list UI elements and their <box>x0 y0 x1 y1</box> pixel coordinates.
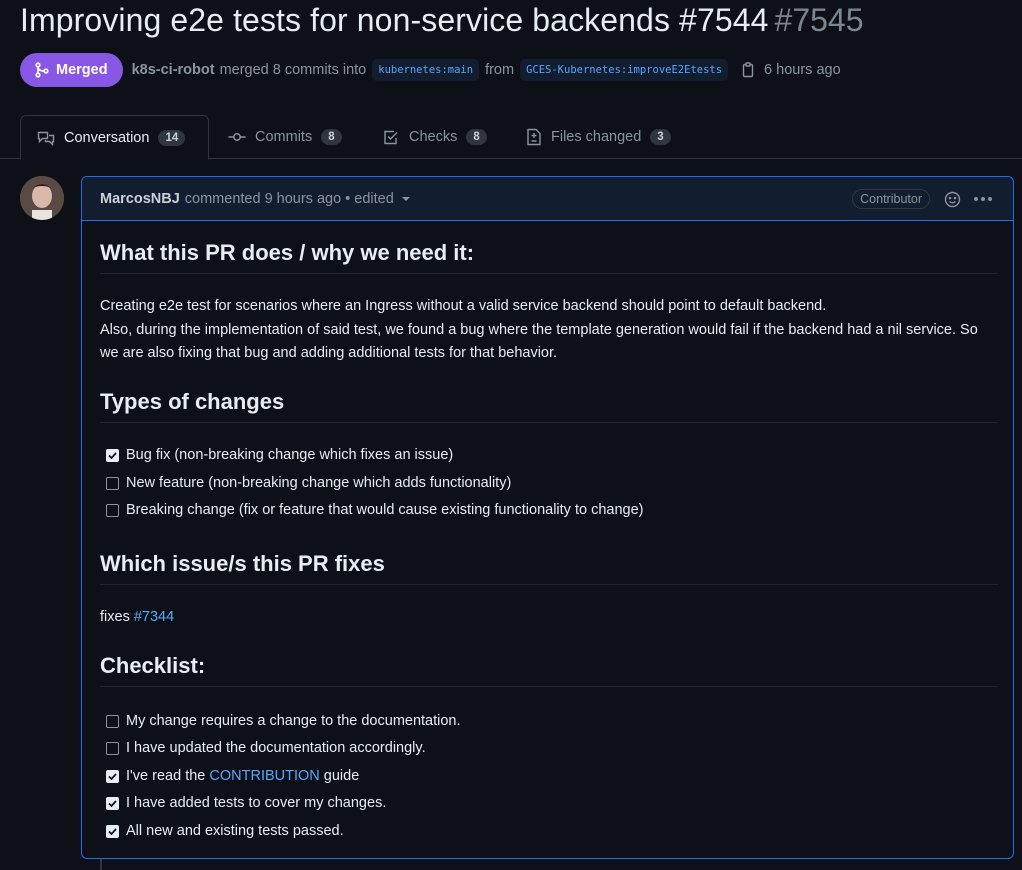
task-label: Breaking change (fix or feature that wou… <box>126 502 644 518</box>
contribution-link[interactable]: CONTRIBUTION <box>209 768 319 784</box>
merge-time: 6 hours ago <box>764 62 841 78</box>
description-line-1: Creating e2e test for scenarios where an… <box>100 298 827 314</box>
commit-icon <box>228 133 246 141</box>
head-branch[interactable]: GCES-Kubernetes:improveE2Etests <box>520 59 729 81</box>
issue-link[interactable]: #7344 <box>134 609 174 625</box>
tab-commits[interactable]: Commits 8 <box>228 115 342 159</box>
pr-description-comment: MarcosNBJ commented 9 hours ago • edited… <box>81 176 1014 859</box>
task-item: I've read the CONTRIBUTION guide <box>106 768 359 784</box>
task-item: I have updated the documentation accordi… <box>106 740 426 756</box>
task-label-before: I've read the <box>126 768 206 784</box>
tab-checks-label: Checks <box>409 129 458 145</box>
pr-number: #7545 <box>774 2 864 38</box>
checkbox-checked[interactable] <box>106 796 119 810</box>
pr-title-row: Improving e2e tests for non-service back… <box>20 2 864 39</box>
base-branch[interactable]: kubernetes:main <box>372 59 480 81</box>
comment-author[interactable]: MarcosNBJ <box>100 191 180 207</box>
description-line-2: Also, during the implementation of said … <box>100 321 978 362</box>
comment-meta: commented 9 hours ago • edited <box>184 190 394 207</box>
edited-dropdown-caret-icon[interactable] <box>401 196 410 201</box>
avatar[interactable] <box>20 176 64 220</box>
from-text: from <box>485 62 515 78</box>
merge-text: merged 8 commits into <box>219 62 367 78</box>
tab-conversation[interactable]: Conversation 14 <box>20 115 209 160</box>
task-label: I have added tests to cover my changes. <box>126 795 387 811</box>
tab-conversation-label: Conversation <box>64 129 150 146</box>
description-paragraph: Creating e2e test for scenarios where an… <box>100 295 998 366</box>
task-label: New feature (non-breaking change which a… <box>126 475 512 491</box>
task-item: New feature (non-breaking change which a… <box>106 475 511 491</box>
task-label: My change requires a change to the docum… <box>126 713 461 729</box>
task-item: All new and existing tests passed. <box>106 823 344 839</box>
heading-what-this-pr-does: What this PR does / why we need it: <box>100 240 998 274</box>
issue-line: fixes #7344 <box>100 606 998 630</box>
tab-checks-count: 8 <box>466 129 487 145</box>
task-label-after: guide <box>323 768 360 784</box>
conversation-icon <box>37 131 55 146</box>
checkbox-checked[interactable] <box>106 769 119 783</box>
checkbox-unchecked[interactable] <box>106 741 119 755</box>
pr-tabs: Conversation 14 Commits 8 Checks 8 Files… <box>0 115 1022 160</box>
checkbox-checked[interactable] <box>106 448 119 462</box>
heading-which-issues: Which issue/s this PR fixes <box>100 551 998 585</box>
task-item: Breaking change (fix or feature that wou… <box>106 502 643 518</box>
tab-files-changed[interactable]: Files changed 3 <box>526 115 671 159</box>
checkbox-unchecked[interactable] <box>106 476 119 490</box>
heading-types-of-changes: Types of changes <box>100 389 998 423</box>
task-label: Bug fix (non-breaking change which fixes… <box>126 447 454 463</box>
more-options-icon[interactable] <box>974 197 992 201</box>
issue-prefix: fixes <box>100 609 130 625</box>
copy-icon[interactable] <box>740 62 756 78</box>
pr-title: Improving e2e tests for non-service back… <box>20 2 769 38</box>
tab-files-changed-count: 3 <box>650 129 671 145</box>
task-item: I have added tests to cover my changes. <box>106 795 386 811</box>
contributor-badge: Contributor <box>852 189 930 209</box>
comment-header: MarcosNBJ commented 9 hours ago • edited… <box>82 177 1013 221</box>
reaction-smiley-icon[interactable] <box>944 191 961 211</box>
timeline-line <box>100 859 102 870</box>
tab-checks[interactable]: Checks 8 <box>383 115 487 159</box>
tab-files-changed-label: Files changed <box>551 129 642 145</box>
heading-checklist: Checklist: <box>100 653 998 687</box>
task-item: My change requires a change to the docum… <box>106 713 461 729</box>
merged-status-badge: Merged <box>20 53 123 87</box>
tab-conversation-count: 14 <box>158 129 186 146</box>
task-label: All new and existing tests passed. <box>126 823 344 839</box>
checkbox-unchecked[interactable] <box>106 503 119 517</box>
tab-commits-count: 8 <box>321 129 342 145</box>
tab-commits-label: Commits <box>255 129 313 145</box>
merged-status-label: Merged <box>56 62 108 78</box>
checkbox-checked[interactable] <box>106 824 119 838</box>
task-item: Bug fix (non-breaking change which fixes… <box>106 447 453 463</box>
file-diff-icon <box>527 128 541 146</box>
task-label: I have updated the documentation accordi… <box>126 740 426 756</box>
merge-icon <box>35 62 49 78</box>
pr-meta: Merged k8s-ci-robot merged 8 commits int… <box>20 52 841 88</box>
checks-icon <box>384 130 398 144</box>
merge-author[interactable]: k8s-ci-robot <box>132 62 215 78</box>
checkbox-unchecked[interactable] <box>106 714 119 728</box>
